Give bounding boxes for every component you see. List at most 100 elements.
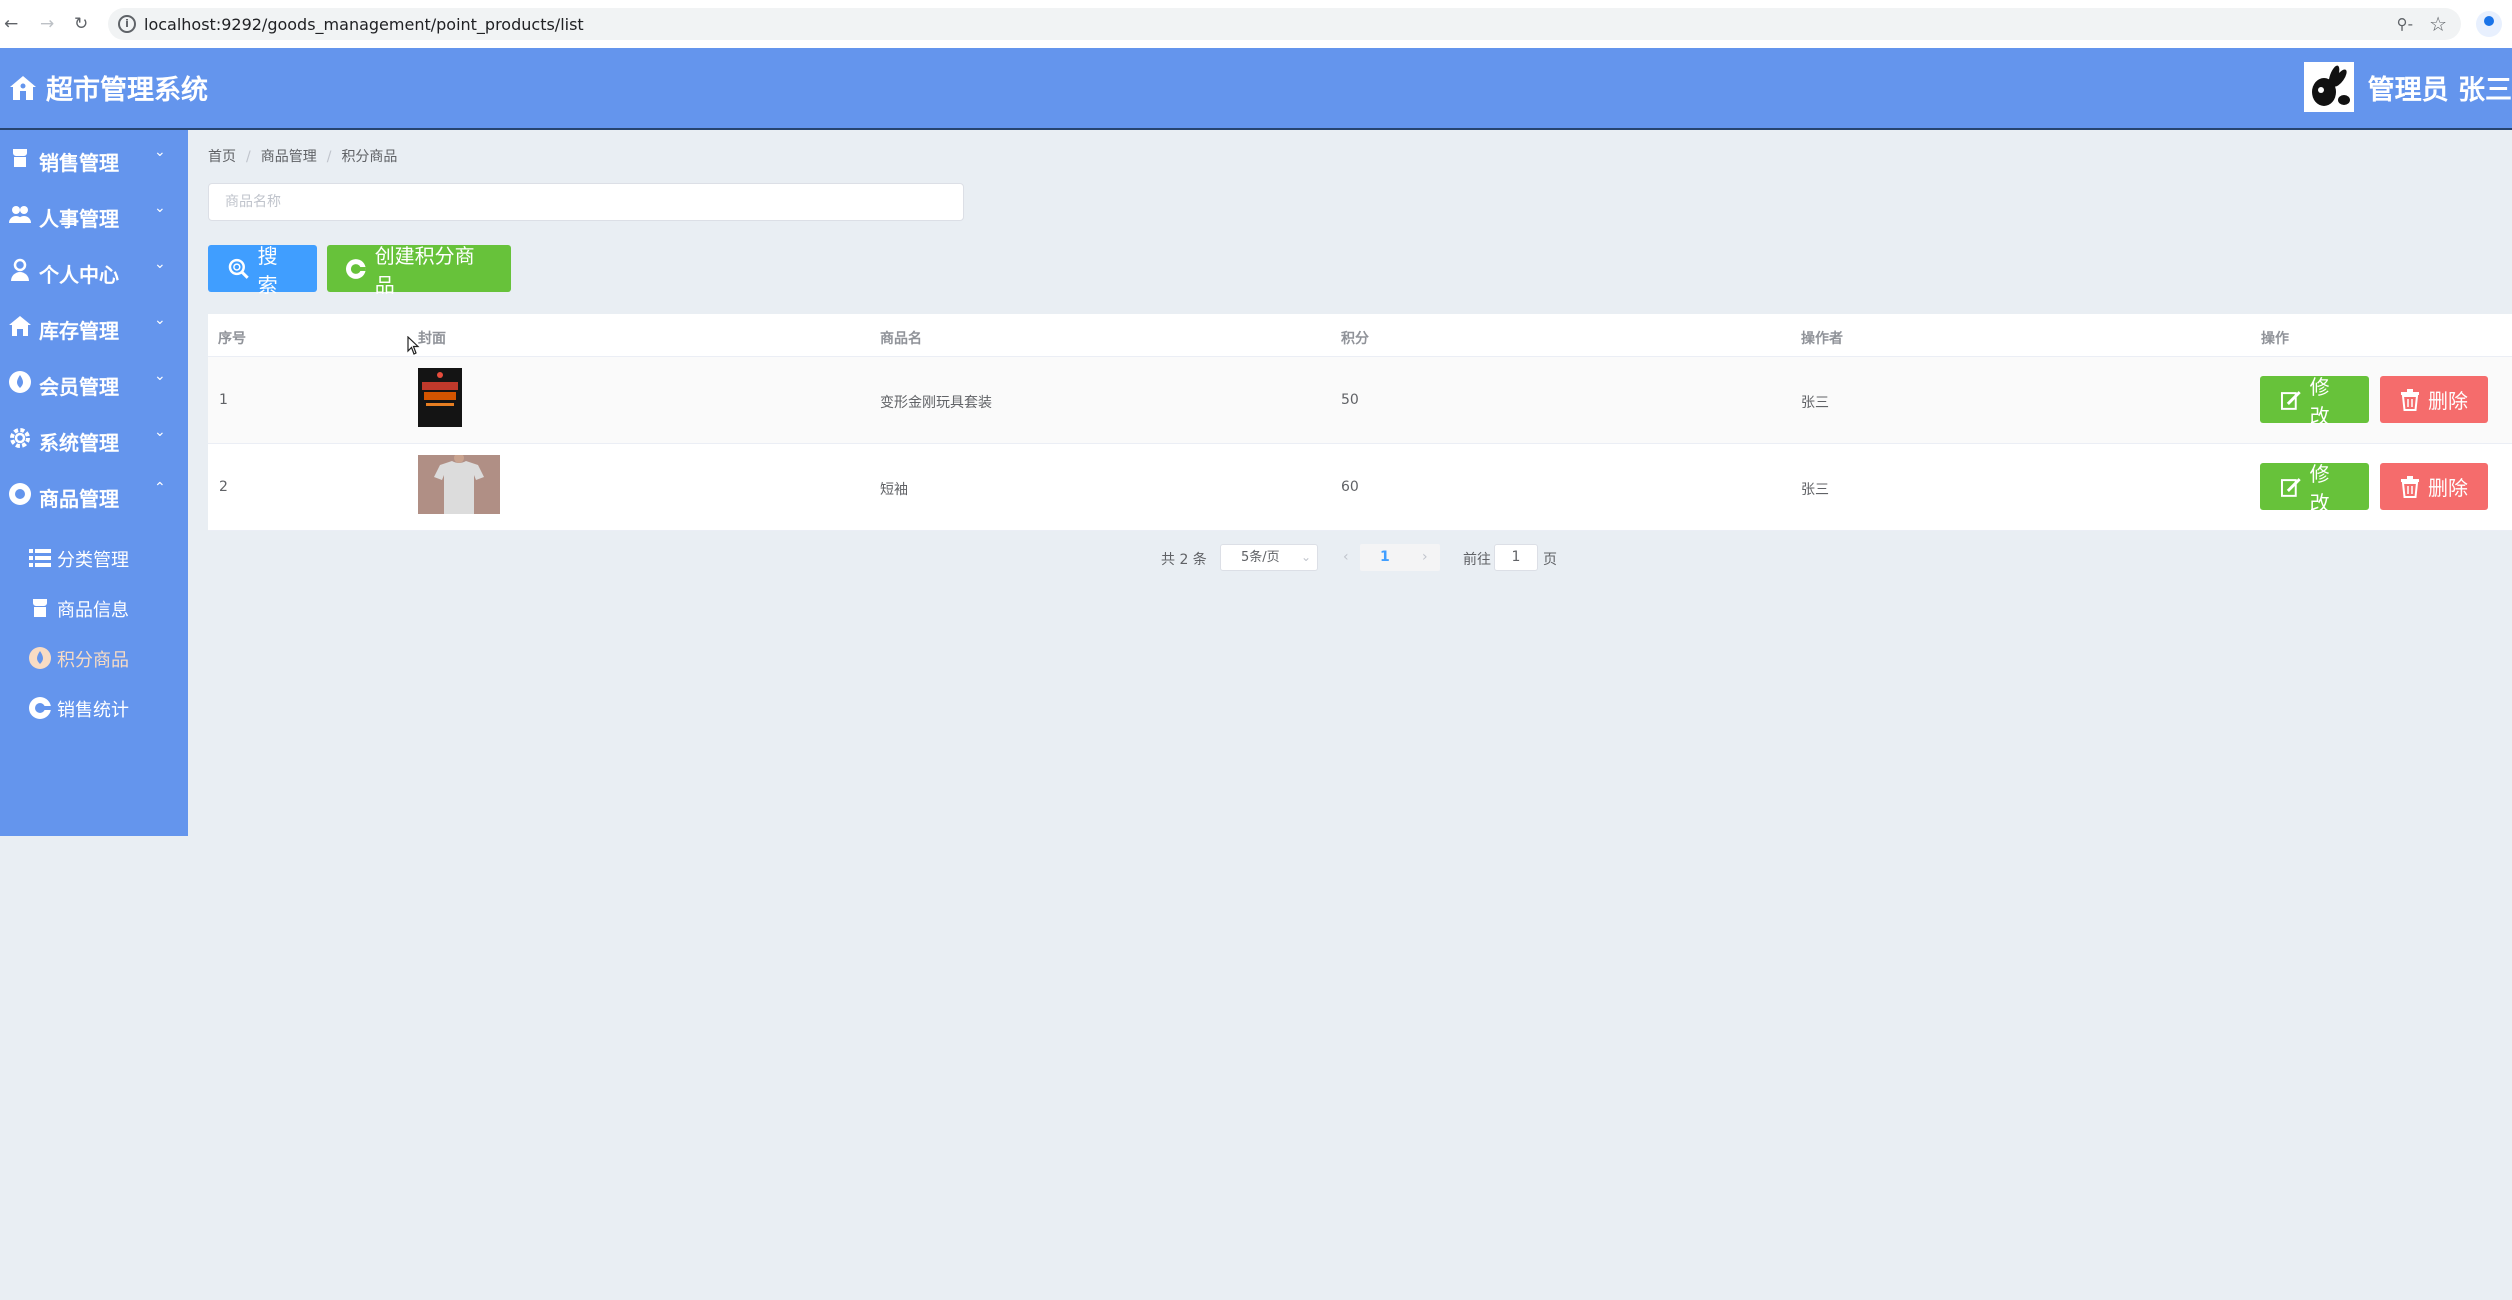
back-icon[interactable]: ← [4, 14, 18, 34]
sidebar-subitem-sales-stats[interactable]: 销售统计 [0, 683, 188, 733]
chevron-up-icon: ⌃ [154, 480, 166, 496]
goto-page-input[interactable]: 1 [1494, 544, 1538, 571]
chevron-down-icon: ⌄ [154, 424, 166, 440]
bookmark-star-icon[interactable]: ☆ [2429, 12, 2447, 36]
goto-label: 前往 [1463, 552, 1491, 568]
sidebar-item-label: 个人中心 [39, 263, 119, 287]
pager-box [1360, 544, 1440, 571]
points-icon [29, 647, 51, 669]
next-page-icon[interactable]: › [1422, 549, 1428, 565]
sidebar-item-profile[interactable]: 个人中心 ⌄ [0, 242, 188, 298]
edit-button-label: 修改 [2309, 461, 2330, 515]
column-header-actions: 操作 [2261, 331, 2289, 347]
sidebar-subitem-label: 分类管理 [57, 550, 129, 571]
product-operator: 张三 [1801, 482, 1829, 498]
point-products-table: 序号 封面 商品名 积分 操作者 操作 1 变形金刚玩具套装 50 张三 修改 … [208, 314, 2512, 531]
toy-cover-image [418, 368, 462, 427]
site-info-icon[interactable]: i [118, 15, 136, 33]
sidebar-item-system[interactable]: 系统管理 ⌄ [0, 410, 188, 466]
search-icon [228, 258, 249, 279]
sidebar-item-label: 会员管理 [39, 375, 119, 399]
breadcrumb-separator: / [246, 149, 251, 165]
chevron-down-icon: ⌄ [154, 144, 166, 160]
mouse-cursor-icon [407, 336, 420, 355]
edit-button[interactable]: 修改 [2260, 375, 2369, 428]
sidebar-item-label: 商品管理 [39, 487, 119, 511]
reload-icon[interactable]: ↻ [74, 14, 88, 34]
column-header-name: 商品名 [880, 331, 922, 347]
sidebar-item-label: 人事管理 [39, 207, 119, 231]
goto-suffix: 页 [1543, 552, 1557, 568]
pagination-total: 共 2 条 [1161, 552, 1207, 568]
chevron-down-icon: ⌄ [154, 368, 166, 384]
sidebar-item-label: 系统管理 [39, 431, 119, 455]
warehouse-icon [9, 316, 31, 336]
product-name: 变形金刚玩具套装 [880, 395, 992, 411]
sidebar-item-hr[interactable]: 人事管理 ⌄ [0, 186, 188, 242]
sidebar-subitem-label: 销售统计 [57, 700, 129, 721]
search-button[interactable]: 搜索 [208, 244, 317, 297]
sidebar-item-goods[interactable]: 商品管理 ⌃ [0, 466, 188, 522]
prev-page-icon[interactable]: ‹ [1343, 549, 1349, 565]
search-button-label: 搜索 [257, 243, 278, 297]
user-name: 管理员 张三 [2367, 74, 2512, 106]
sidebar-subitem-category[interactable]: 分类管理 [0, 533, 188, 583]
edit-icon [2280, 477, 2301, 497]
user-menu[interactable]: 管理员 张三 [2303, 62, 2512, 112]
product-cover-image [418, 453, 500, 514]
chevron-down-icon: ⌄ [154, 200, 166, 216]
address-bar[interactable]: i localhost:9292/goods_management/point_… [108, 8, 2461, 40]
people-icon [9, 206, 31, 223]
product-name-search-input[interactable]: 商品名称 [208, 183, 964, 221]
table-row: 2 短袖 60 张三 修改 删除 [208, 444, 2512, 531]
delete-button[interactable]: 删除 [2380, 463, 2488, 510]
delete-button[interactable]: 删除 [2380, 376, 2488, 423]
breadcrumb-home[interactable]: 首页 [208, 149, 236, 165]
delete-button-label: 删除 [2428, 389, 2468, 413]
product-name: 短袖 [880, 482, 908, 498]
sales-icon [13, 149, 27, 167]
edit-button-label: 修改 [2309, 374, 2330, 428]
delete-button-label: 删除 [2428, 476, 2468, 500]
sidebar-item-sales[interactable]: 销售管理 ⌄ [0, 130, 188, 186]
sidebar-item-inventory[interactable]: 库存管理 ⌄ [0, 298, 188, 354]
edit-button[interactable]: 修改 [2260, 462, 2369, 515]
breadcrumb-separator: / [326, 149, 332, 165]
url-text: localhost:9292/goods_management/point_pr… [144, 15, 584, 34]
breadcrumb-goods[interactable]: 商品管理 [261, 149, 317, 165]
app-title: 超市管理系统 [46, 75, 208, 106]
goods-icon [9, 483, 31, 505]
sidebar-subitem-goods-info[interactable]: 商品信息 [0, 583, 188, 633]
page-size-select[interactable]: 5条/页 ⌄ [1220, 544, 1318, 571]
page-size-value: 5条/页 [1241, 550, 1280, 565]
row-index: 1 [219, 392, 228, 408]
avatar-image [2311, 65, 2350, 106]
product-operator: 张三 [1801, 395, 1829, 411]
chevron-down-icon: ⌄ [1300, 550, 1311, 564]
chevron-down-icon: ⌄ [154, 312, 166, 328]
house-icon [10, 75, 36, 100]
row-index: 2 [219, 479, 228, 495]
info-icon [33, 599, 47, 617]
sidebar-subitem-label: 积分商品 [57, 650, 129, 671]
column-header-cover: 封面 [418, 331, 446, 347]
member-icon [9, 371, 31, 393]
sidebar-item-label: 库存管理 [39, 319, 119, 343]
add-circle-icon [345, 258, 366, 279]
current-page[interactable]: 1 [1380, 549, 1390, 565]
sidebar-subitem-point-products[interactable]: 积分商品 [0, 633, 188, 683]
sidebar: 销售管理 ⌄ 人事管理 ⌄ 个人中心 ⌄ 库存管理 ⌄ 会员管理 ⌄ 系统管理 … [0, 130, 188, 836]
table-header: 序号 封面 商品名 积分 操作者 操作 [208, 314, 2512, 357]
profile-icon[interactable] [2476, 11, 2502, 37]
product-points: 50 [1341, 392, 1359, 408]
column-header-index: 序号 [218, 331, 246, 347]
product-cover-image [418, 368, 462, 427]
app-header: 超市管理系统 管理员 张三 [0, 48, 2512, 130]
product-points: 60 [1341, 479, 1359, 495]
create-point-product-button[interactable]: 创建积分商品 [327, 244, 511, 297]
sidebar-item-label: 销售管理 [39, 151, 119, 175]
password-key-icon[interactable]: ⚲‐ [2397, 15, 2413, 33]
sidebar-item-members[interactable]: 会员管理 ⌄ [0, 354, 188, 410]
forward-icon[interactable]: → [40, 14, 54, 34]
list-icon [29, 549, 51, 567]
